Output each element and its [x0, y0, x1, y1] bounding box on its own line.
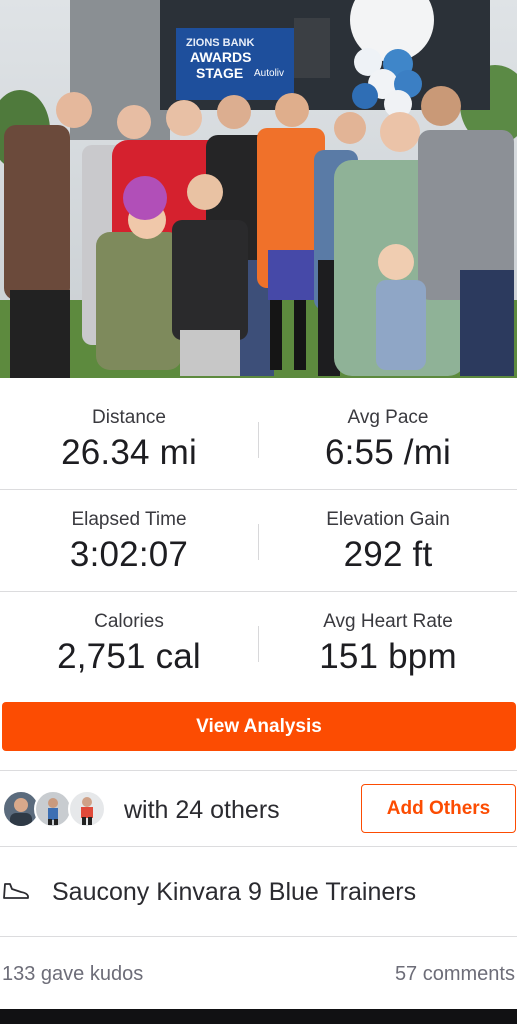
stat-label: Calories — [94, 611, 164, 632]
banner-line-4: Autoliv — [254, 68, 284, 79]
add-others-button[interactable]: Add Others — [361, 784, 516, 833]
avatar[interactable] — [68, 790, 106, 828]
stat-elapsed-time: Elapsed Time 3:02:07 — [0, 490, 258, 591]
stat-value: 6:55 /mi — [324, 433, 452, 472]
divider — [0, 846, 517, 847]
photo-illustration: ZIONS BANK AWARDS STAGE Autoliv — [0, 0, 517, 378]
avatar[interactable] — [34, 790, 72, 828]
stat-value: 26.34 mi — [61, 433, 197, 472]
stat-row-2: Elapsed Time 3:02:07 Elevation Gain 292 … — [0, 490, 517, 592]
activity-photo[interactable]: ZIONS BANK AWARDS STAGE Autoliv — [0, 0, 517, 378]
stat-row-1: Distance 26.34 mi Avg Pace 6:55 /mi — [0, 388, 517, 490]
activity-stats: Distance 26.34 mi Avg Pace 6:55 /mi Elap… — [0, 388, 517, 694]
gear-name[interactable]: Saucony Kinvara 9 Blue Trainers — [52, 878, 416, 907]
banner-line-2: AWARDS — [190, 49, 251, 65]
stat-distance: Distance 26.34 mi — [0, 388, 258, 489]
stat-value: 292 ft — [343, 535, 433, 574]
social-footer: 133 gave kudos 57 comments — [0, 937, 517, 1009]
stat-label: Avg Pace — [347, 407, 429, 428]
kudos-count[interactable]: 133 gave kudos — [2, 963, 143, 986]
stat-row-3: Calories 2,751 cal Avg Heart Rate 151 bp… — [0, 592, 517, 694]
banner-line-3: STAGE — [196, 65, 243, 81]
stat-label: Distance — [92, 407, 166, 428]
stat-avg-heart-rate: Avg Heart Rate 151 bpm — [259, 592, 517, 694]
stat-avg-pace: Avg Pace 6:55 /mi — [259, 388, 517, 489]
stat-calories: Calories 2,751 cal — [0, 592, 258, 694]
stat-value: 151 bpm — [319, 637, 457, 676]
stat-value: 3:02:07 — [69, 535, 189, 574]
gear-row[interactable]: Saucony Kinvara 9 Blue Trainers — [0, 848, 517, 936]
stat-label: Elevation Gain — [326, 509, 450, 530]
group-count-text[interactable]: with 24 others — [124, 796, 280, 825]
divider — [0, 770, 517, 771]
stat-label: Avg Heart Rate — [323, 611, 453, 632]
banner-line-1: ZIONS BANK — [186, 37, 255, 49]
stat-value: 2,751 cal — [57, 637, 201, 676]
stat-label: Elapsed Time — [71, 509, 187, 530]
view-analysis-button[interactable]: View Analysis — [2, 702, 516, 751]
shoe-icon — [2, 880, 30, 900]
group-activity-row[interactable]: with 24 others Add Others — [0, 772, 517, 846]
stat-elevation-gain: Elevation Gain 292 ft — [259, 490, 517, 591]
comments-count[interactable]: 57 comments — [395, 963, 515, 986]
athlete-avatars[interactable] — [2, 790, 112, 828]
system-nav-bar — [0, 1009, 517, 1024]
